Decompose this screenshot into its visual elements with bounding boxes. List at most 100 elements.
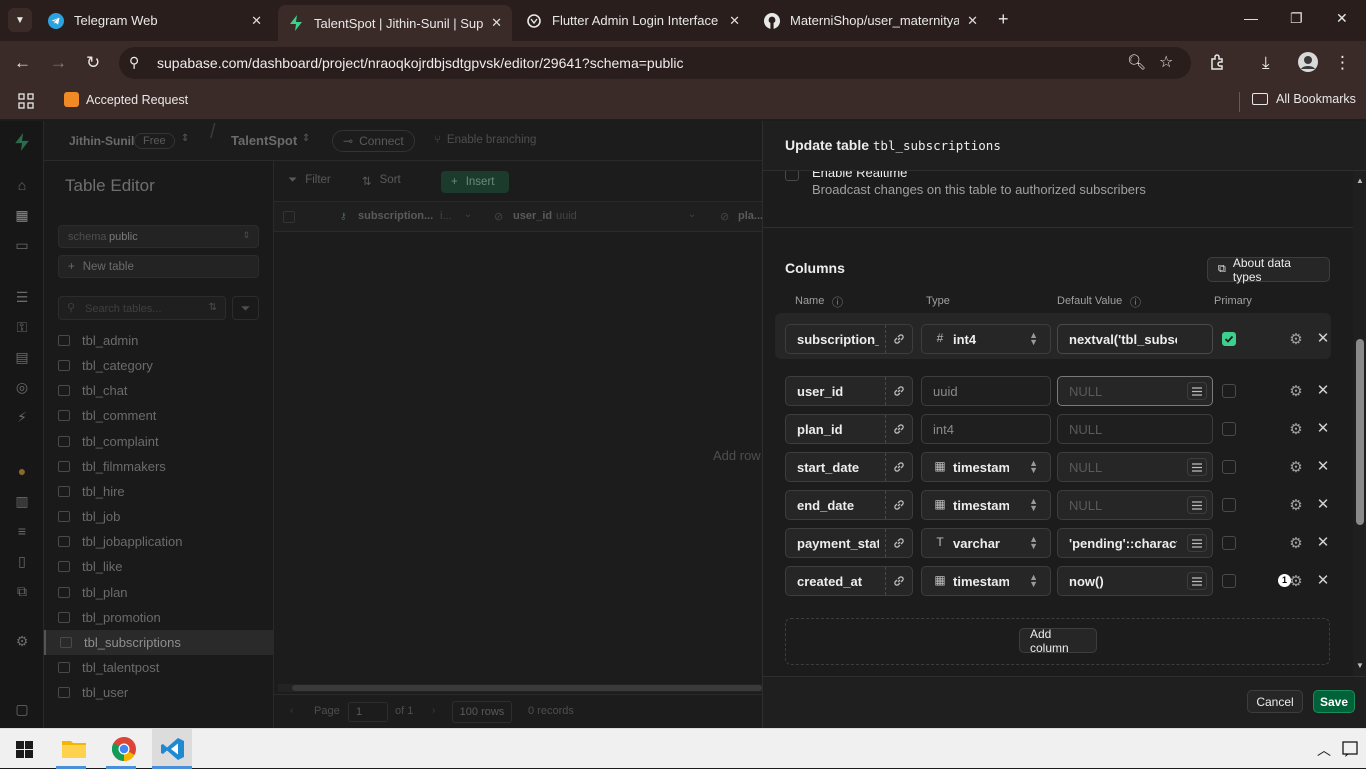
sort-button[interactable]: ⇅ Sort (362, 174, 401, 188)
next-page-icon[interactable]: › (432, 705, 435, 716)
column-name-field[interactable]: start_date (785, 452, 913, 482)
remove-column-icon[interactable]: ✕ (1314, 457, 1332, 475)
select-all-checkbox[interactable] (283, 211, 295, 223)
about-data-types-button[interactable]: ⧉ About data types (1207, 256, 1330, 284)
insert-button[interactable]: + Insert (441, 171, 509, 193)
table-editor-icon[interactable]: ▦ (13, 207, 31, 225)
search-tables-input[interactable]: ⚲ Search tables... ⇅ (58, 296, 226, 320)
scroll-down-icon[interactable]: ▼ (1356, 661, 1364, 670)
remove-column-icon[interactable]: ✕ (1314, 329, 1332, 347)
apps-grid-icon[interactable] (18, 93, 34, 112)
forward-icon[interactable]: → (50, 53, 67, 73)
sql-editor-icon[interactable]: ▭ (13, 237, 31, 255)
column-type-select[interactable]: Tvarchar ▲ ▼ (921, 528, 1051, 558)
tab-search-button[interactable]: ▼ (8, 8, 32, 32)
sidebar-table-item[interactable]: tbl_hire (44, 479, 273, 504)
column-type-select[interactable]: # int4 ▲ ▼ (921, 324, 1051, 354)
bookmark-star-icon[interactable]: ☆ (1159, 52, 1173, 72)
settings-icon[interactable]: ⚙ (13, 633, 31, 651)
settings-gear-icon[interactable]: ⚙ (1287, 496, 1305, 514)
schema-selector[interactable]: schema public ⇕ (58, 225, 259, 248)
close-icon[interactable]: ✕ (491, 15, 502, 31)
column-type-select[interactable]: ▦ timestamp ▲▼ (921, 490, 1051, 520)
chevron-updown-icon[interactable]: ⇕ (302, 133, 310, 144)
remove-column-icon[interactable]: ✕ (1314, 533, 1332, 551)
profile-avatar[interactable] (1298, 52, 1318, 77)
sidebar-table-item[interactable]: tbl_chat (44, 378, 273, 403)
column-name-field[interactable]: plan_id (785, 414, 913, 444)
sidebar-table-item[interactable]: tbl_comment (44, 403, 273, 428)
column-name-field[interactable]: created_at (785, 566, 913, 596)
close-icon[interactable]: ✕ (251, 13, 262, 29)
sidebar-table-item[interactable]: tbl_talentpost (44, 655, 273, 680)
auth-icon[interactable]: ⚿ (13, 319, 31, 337)
sidebar-table-item[interactable]: tbl_filmmakers (44, 454, 273, 479)
primary-key-checkbox[interactable] (1222, 332, 1236, 346)
link-icon[interactable] (885, 325, 912, 353)
vscode-icon[interactable] (161, 737, 185, 764)
primary-key-checkbox[interactable] (1222, 498, 1236, 512)
close-icon[interactable]: ✕ (729, 13, 740, 29)
storage-icon[interactable]: ▤ (13, 349, 31, 367)
back-icon[interactable]: ← (14, 53, 31, 73)
column-type-select[interactable]: ▦ timestamp ▲▼ (921, 566, 1051, 596)
reload-icon[interactable]: ↻ (86, 53, 100, 73)
default-value-field[interactable]: NULL (1057, 376, 1213, 406)
filter-icon[interactable]: ⏷ (232, 296, 259, 320)
column-name-field[interactable]: payment_status (785, 528, 913, 558)
sidebar-table-item[interactable]: tbl_admin (44, 328, 273, 353)
link-icon[interactable] (885, 377, 912, 405)
bookmark-accepted-request[interactable]: Accepted Request (64, 92, 188, 107)
realtime-checkbox[interactable] (785, 171, 799, 181)
scrollbar-thumb[interactable] (1356, 339, 1364, 525)
default-value-field[interactable]: NULL (1057, 452, 1213, 482)
home-icon[interactable]: ⌂ (13, 177, 31, 195)
chevron-down-icon[interactable]: ⌄ (464, 209, 472, 220)
primary-key-checkbox[interactable] (1222, 536, 1236, 550)
zoom-icon[interactable]: 🔍︎ (1127, 53, 1146, 71)
scroll-up-icon[interactable]: ▲ (1356, 176, 1364, 185)
link-icon[interactable] (885, 567, 912, 595)
reports-icon[interactable]: ▥ (13, 493, 31, 511)
add-column-button[interactable]: Add column (1019, 627, 1097, 655)
help-icon[interactable]: ⓘ (1130, 294, 1141, 310)
sidebar-table-item[interactable]: tbl_promotion (44, 605, 273, 630)
collapse-icon[interactable]: ▢ (13, 701, 31, 719)
settings-gear-icon[interactable]: ⚙ (1287, 420, 1305, 438)
list-icon[interactable] (1187, 496, 1207, 514)
sidebar-table-item[interactable]: tbl_category (44, 353, 273, 378)
primary-key-checkbox[interactable] (1222, 574, 1236, 588)
page-input[interactable]: 1 (348, 702, 388, 722)
link-icon[interactable] (885, 453, 912, 481)
database-icon[interactable]: ☰ (13, 289, 31, 307)
sidebar-table-item[interactable]: tbl_job (44, 504, 273, 529)
list-icon[interactable] (1187, 458, 1207, 476)
notification-icon[interactable] (1342, 741, 1358, 760)
sidebar-table-item[interactable]: tbl_like (44, 554, 273, 579)
list-icon[interactable] (1187, 572, 1207, 590)
browser-tab-3[interactable]: Flutter Admin Login Interface - ✕ (516, 6, 750, 35)
close-icon[interactable]: ✕ (967, 13, 978, 29)
default-value-field[interactable]: nextval('tbl_subscr (1057, 324, 1213, 354)
list-icon[interactable] (1187, 534, 1207, 552)
link-icon[interactable] (885, 415, 912, 443)
api-docs-icon[interactable]: ▯ (13, 553, 31, 571)
integrations-icon[interactable]: ⧉ (13, 583, 31, 601)
sidebar-table-item[interactable]: tbl_subscriptions (44, 629, 273, 655)
all-bookmarks[interactable]: All Bookmarks (1252, 92, 1356, 106)
default-value-field[interactable]: now() (1057, 566, 1213, 596)
restore-icon[interactable]: ❐ (1290, 10, 1303, 27)
realtime-icon[interactable]: ◎ (13, 379, 31, 397)
column-header-2[interactable]: user_id (513, 210, 552, 222)
column-name-field[interactable]: subscription_id (785, 324, 913, 354)
remove-column-icon[interactable]: ✕ (1314, 571, 1332, 589)
rows-per-page[interactable]: 100 rows (452, 701, 512, 723)
browser-tab-2[interactable]: TalentSpot | Jithin-Sunil | Supabase ✕ (278, 5, 512, 41)
remove-column-icon[interactable]: ✕ (1314, 495, 1332, 513)
default-value-field[interactable]: NULL (1057, 414, 1213, 444)
remove-column-icon[interactable]: ✕ (1314, 419, 1332, 437)
windows-start-icon[interactable] (16, 741, 33, 761)
chevron-updown-icon[interactable]: ⇕ (181, 133, 189, 144)
column-type-select[interactable]: ▦ timestamp ▲▼ (921, 452, 1051, 482)
sidebar-table-item[interactable]: tbl_user (44, 680, 273, 705)
